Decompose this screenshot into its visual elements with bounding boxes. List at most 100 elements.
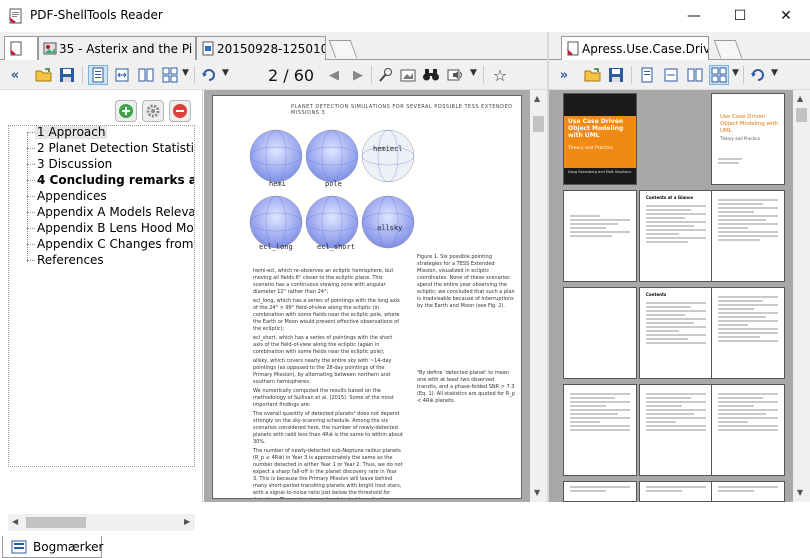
next-page-icon[interactable]: ▶ [348,65,368,85]
toolbar-separator [743,66,744,84]
minimize-button[interactable]: — [671,0,717,32]
thumbnails-vertical-scrollbar[interactable]: ▲ ▼ [793,90,810,502]
paragraph: ecl_long, which has a series of pointing… [253,298,400,332]
page-indicator[interactable]: 2 / 60 [268,66,314,85]
text-lines [646,302,706,346]
thumbnail-page[interactable] [711,481,785,502]
bookmark-item[interactable]: References [37,253,104,267]
bookmark-item[interactable]: 3 Discussion [37,157,112,171]
bookmarks-tab-label: Bogmærker [33,539,104,554]
cover-title: Use Case Driven Object Modeling with UML [568,118,624,139]
bookmarks-horizontal-scrollbar[interactable]: ◀ ▶ [8,514,195,531]
scroll-up-icon[interactable]: ▲ [534,94,540,103]
bookmark-item[interactable]: Appendix B Lens Hood Model [37,221,194,235]
thumbnail-page[interactable] [639,384,713,476]
previous-page-icon[interactable]: ◀ [324,65,344,85]
thumbnail-page[interactable] [563,287,637,379]
add-bookmark-button[interactable] [115,100,137,122]
text-lines [718,199,778,243]
read-aloud-icon[interactable] [446,65,466,85]
tree-branch [27,164,35,165]
fit-width-icon[interactable] [112,65,132,85]
open-folder-icon[interactable] [34,65,54,85]
contents-heading: Contents [646,292,667,297]
bookmark-item[interactable]: 4 Concluding remarks and re [37,173,194,187]
running-header: PLANET DETECTION SIMULATIONS FOR SEVERAL… [291,104,513,116]
two-page-view-icon[interactable] [685,65,705,85]
maximize-button[interactable]: ☐ [717,0,763,32]
fit-width-icon[interactable] [661,65,681,85]
bookmark-item[interactable]: Appendix C Changes from Sul [37,237,194,251]
tab-label: 20150928-125010.jpg [217,41,325,56]
document-viewer[interactable]: PLANET DETECTION SIMULATIONS FOR SEVERAL… [204,90,547,502]
tab-current-pdf[interactable] [4,36,38,61]
thumbnail-page-cover[interactable]: Use Case Driven Object Modeling with UML… [563,93,637,185]
rotate-icon[interactable] [199,65,219,85]
sphere-label: hemiecl [373,145,403,153]
select-tool-icon[interactable] [376,65,396,85]
tab-apress-book[interactable]: Apress.Use.Case.Driven [561,36,709,61]
tab-jpg[interactable]: 20150928-125010.jpg [196,36,326,60]
bookmark-item[interactable]: Appendices [37,189,107,203]
bookmark-item[interactable]: Appendix A Models Relevant t [37,205,194,219]
two-page-view-icon[interactable] [136,65,156,85]
chevron-down-icon[interactable]: ▼ [732,68,739,78]
scroll-down-icon[interactable]: ▼ [797,488,803,497]
chevron-down-icon[interactable]: ▼ [182,68,189,78]
thumbnail-page[interactable] [563,190,637,282]
thumbnail-page[interactable] [639,481,713,502]
viewer-vertical-scrollbar[interactable]: ▲ ▼ [530,90,547,502]
collapse-panel-icon[interactable]: « [5,65,25,85]
rotate-icon[interactable] [748,65,768,85]
scroll-up-icon[interactable]: ▲ [797,94,803,103]
thumbnail-page-title[interactable]: Use Case Driven Object Modeling with UML… [711,93,785,185]
scroll-right-icon[interactable]: ▶ [184,517,190,526]
chevron-down-icon[interactable]: ▼ [222,68,229,78]
sphere-label: ecl_short [317,243,355,251]
new-tab-button[interactable] [328,40,358,58]
open-folder-icon[interactable] [583,65,603,85]
sphere-label: pole [325,180,342,188]
thumbnail-page[interactable]: Contents at a Glance [639,190,713,282]
scrollbar-thumb[interactable] [533,116,544,132]
find-icon[interactable] [421,65,441,85]
collapse-panel-icon[interactable]: » [554,65,574,85]
bookmark-item[interactable]: 2 Planet Detection Statistics [37,141,194,155]
thumbnail-page[interactable] [563,384,637,476]
tree-branch [27,132,35,133]
thumbnail-page[interactable] [711,190,785,282]
pdf-icon [566,41,580,56]
single-page-view-icon[interactable] [637,65,657,85]
scrollbar-thumb[interactable] [796,108,807,122]
tab-asterix[interactable]: 35 - Asterix and the Pi [38,36,196,60]
bookmarks-tab[interactable]: Bogmærker [2,536,104,558]
scroll-left-icon[interactable]: ◀ [12,517,18,526]
grid-view-icon[interactable] [160,65,180,85]
right-toolbar: » ▼ ▼ [549,60,810,90]
chevron-down-icon[interactable]: ▼ [771,68,778,78]
text-lines [718,486,778,494]
thumbnail-page[interactable]: Contents [639,287,713,379]
scroll-down-icon[interactable]: ▼ [534,488,540,497]
close-button[interactable]: ✕ [763,0,809,32]
thumbnail-page[interactable] [711,384,785,476]
single-page-view-icon[interactable] [88,65,108,85]
save-icon[interactable] [606,65,626,85]
chevron-down-icon[interactable]: ▼ [470,68,477,78]
bookmarks-icon [11,540,27,554]
thumbnail-page[interactable] [711,287,785,379]
pdf-icon [9,41,23,56]
scrollbar-thumb[interactable] [26,517,86,528]
bookmark-settings-button[interactable] [142,100,164,122]
thumbnail-page[interactable] [563,481,637,502]
save-icon[interactable] [57,65,77,85]
snapshot-icon[interactable] [398,65,418,85]
toolbar-separator [371,66,372,84]
grid-view-icon[interactable] [709,65,729,85]
text-lines [570,215,630,239]
bookmark-item[interactable]: 1 Approach [35,126,108,139]
text-lines [718,296,778,344]
remove-bookmark-button[interactable] [169,100,191,122]
favorite-star-icon[interactable]: ☆ [490,65,510,85]
new-tab-button[interactable] [713,40,743,58]
